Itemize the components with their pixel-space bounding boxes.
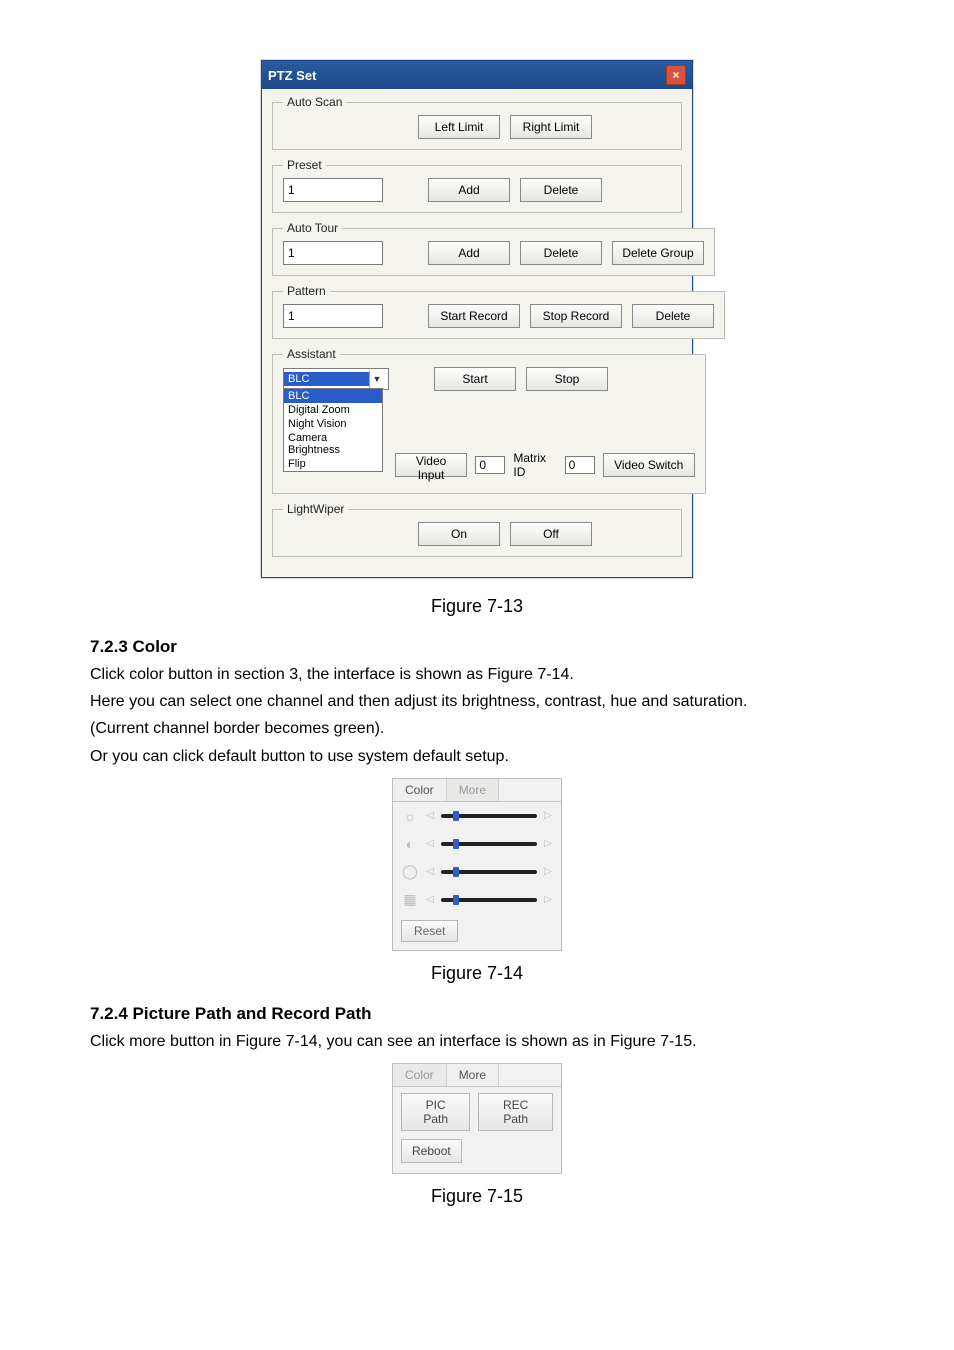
pattern-legend: Pattern [283,284,330,298]
slider-right-icon[interactable]: ▷ [543,838,553,849]
assistant-option[interactable]: Flip [284,457,382,471]
assistant-option[interactable]: Night Vision [284,417,382,431]
rec-path-button[interactable]: REC Path [478,1093,553,1131]
slider-left-icon[interactable]: ◁ [425,810,435,821]
figure-caption-15: Figure 7-15 [90,1186,864,1207]
preset-legend: Preset [283,158,326,172]
figure-caption-14: Figure 7-14 [90,963,864,984]
pattern-input[interactable] [283,304,383,328]
autotour-add-button[interactable]: Add [428,241,510,265]
assistant-select[interactable]: BLC ▼ [283,368,389,390]
tab-color[interactable]: Color [393,1064,447,1086]
pattern-stop-button[interactable]: Stop Record [530,304,622,328]
section-heading-color: 7.2.3 Color [90,637,864,657]
autotour-delete-button[interactable]: Delete [520,241,602,265]
preset-input[interactable] [283,178,383,202]
hue-icon: ◯ [401,863,419,881]
brightness-icon: ☼ [401,807,419,825]
preset-add-button[interactable]: Add [428,178,510,202]
hue-slider[interactable] [441,870,537,874]
hue-slider-row: ◯ ◁ ▷ [393,858,561,886]
assistant-option[interactable]: Camera Brightness [284,431,382,457]
paragraph: Click color button in section 3, the int… [90,663,864,686]
section-heading-path: 7.2.4 Picture Path and Record Path [90,1004,864,1024]
lightwiper-off-button[interactable]: Off [510,522,592,546]
brightness-slider[interactable] [441,814,537,818]
assistant-selected-value: BLC [284,372,369,386]
reset-button[interactable]: Reset [401,920,458,942]
slider-right-icon[interactable]: ▷ [543,894,553,905]
paragraph: Here you can select one channel and then… [90,690,864,713]
assistant-option[interactable]: Digital Zoom [284,403,382,417]
lightwiper-legend: LightWiper [283,502,348,516]
close-icon[interactable]: × [666,65,686,85]
preset-delete-button[interactable]: Delete [520,178,602,202]
pattern-delete-button[interactable]: Delete [632,304,714,328]
assistant-combo-wrap: BLC ▼ BLC Digital Zoom Night Vision Came… [283,368,389,390]
pattern-start-button[interactable]: Start Record [428,304,520,328]
pic-path-button[interactable]: PIC Path [401,1093,470,1131]
assistant-group: Assistant BLC ▼ BLC Digital Zoom Night V… [272,347,706,494]
tab-more[interactable]: More [447,779,499,801]
slider-left-icon[interactable]: ◁ [425,866,435,877]
video-input-button[interactable]: Video Input [395,453,468,477]
tab-row: Color More [393,779,561,802]
matrix-id-value[interactable] [565,456,595,474]
assistant-legend: Assistant [283,347,340,361]
saturation-slider-row: ▦ ◁ ▷ [393,886,561,914]
slider-right-icon[interactable]: ▷ [543,810,553,821]
autotour-legend: Auto Tour [283,221,342,235]
dialog-title: PTZ Set [268,68,316,83]
more-panel: Color More PIC Path REC Path Reboot [392,1063,562,1174]
lightwiper-on-button[interactable]: On [418,522,500,546]
saturation-slider[interactable] [441,898,537,902]
preset-group: Preset Add Delete [272,158,682,213]
contrast-icon: ◐ [401,835,419,853]
figure-caption-13: Figure 7-13 [90,596,864,617]
reboot-button[interactable]: Reboot [401,1139,462,1163]
assistant-stop-button[interactable]: Stop [526,367,608,391]
paragraph: (Current channel border becomes green). [90,717,864,740]
right-limit-button[interactable]: Right Limit [510,115,592,139]
slider-right-icon[interactable]: ▷ [543,866,553,877]
autotour-group: Auto Tour Add Delete Delete Group [272,221,715,276]
matrix-id-label: Matrix ID [513,451,556,479]
color-panel: Color More ☼ ◁ ▷ ◐ ◁ ▷ ◯ ◁ ▷ ▦ ◁ ▷ Reset [392,778,562,951]
assistant-option[interactable]: BLC [284,389,382,403]
tab-color[interactable]: Color [393,779,447,801]
lightwiper-group: LightWiper On Off [272,502,682,557]
dialog-body: Auto Scan Left Limit Right Limit Preset … [262,89,692,577]
contrast-slider-row: ◐ ◁ ▷ [393,830,561,858]
autotour-input[interactable] [283,241,383,265]
left-limit-button[interactable]: Left Limit [418,115,500,139]
dialog-titlebar: PTZ Set × [262,61,692,89]
assistant-start-button[interactable]: Start [434,367,516,391]
contrast-slider[interactable] [441,842,537,846]
brightness-slider-row: ☼ ◁ ▷ [393,802,561,830]
video-switch-button[interactable]: Video Switch [603,453,695,477]
paragraph: Or you can click default button to use s… [90,745,864,768]
ptz-set-dialog: PTZ Set × Auto Scan Left Limit Right Lim… [261,60,693,578]
saturation-icon: ▦ [401,891,419,909]
chevron-down-icon: ▼ [369,370,384,388]
slider-left-icon[interactable]: ◁ [425,894,435,905]
paragraph: Click more button in Figure 7-14, you ca… [90,1030,864,1053]
pattern-group: Pattern Start Record Stop Record Delete [272,284,725,339]
autotour-delete-group-button[interactable]: Delete Group [612,241,704,265]
autoscan-legend: Auto Scan [283,95,346,109]
assistant-option-list: BLC Digital Zoom Night Vision Camera Bri… [283,388,383,472]
video-input-value[interactable] [475,456,505,474]
tab-more[interactable]: More [447,1064,499,1086]
autoscan-group: Auto Scan Left Limit Right Limit [272,95,682,150]
tab-row: Color More [393,1064,561,1087]
slider-left-icon[interactable]: ◁ [425,838,435,849]
